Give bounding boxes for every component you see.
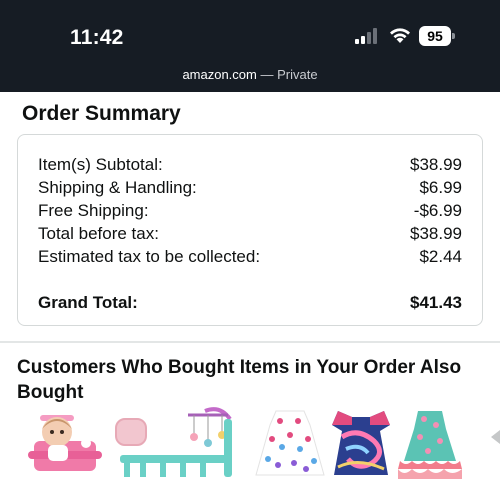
summary-value: $38.99 (410, 155, 462, 174)
carousel-next-icon[interactable] (491, 430, 500, 444)
battery-tip (452, 33, 455, 39)
order-summary-title: Order Summary (22, 102, 181, 125)
status-bar: 11:42 95 amazon.com — Private (0, 0, 500, 92)
summary-label: Total before tax: (38, 224, 159, 243)
url-private-label: — Private (256, 67, 318, 82)
section-divider (0, 341, 500, 343)
doll-crib-mobile-icon[interactable] (110, 407, 245, 479)
summary-value: $2.44 (419, 247, 462, 266)
doll-dress-swirl-icon[interactable] (328, 407, 394, 479)
summary-label: Shipping & Handling: (38, 178, 197, 197)
url-bar[interactable]: amazon.com — Private (0, 67, 500, 82)
url-host: amazon.com (182, 67, 257, 82)
doll-dress-hearts-icon[interactable] (254, 407, 326, 479)
summary-value: $38.99 (410, 224, 462, 243)
battery-indicator: 95 (419, 26, 455, 46)
clock: 11:42 (70, 26, 124, 49)
baby-doll-highchair-icon[interactable] (20, 407, 110, 479)
summary-label: Grand Total: (38, 293, 138, 312)
summary-value: $41.43 (410, 293, 462, 312)
battery-level: 95 (419, 26, 451, 46)
cellular-signal-icon (355, 28, 377, 44)
summary-label: Estimated tax to be collected: (38, 247, 261, 266)
summary-label: Item(s) Subtotal: (38, 155, 163, 174)
recommendations-title: Customers Who Bought Items in Your Order… (17, 357, 462, 403)
product-carousel (0, 407, 500, 479)
doll-dress-floral-icon[interactable] (394, 407, 466, 479)
summary-value: -$6.99 (413, 201, 462, 220)
summary-label: Free Shipping: (38, 201, 149, 220)
summary-value: $6.99 (419, 178, 462, 197)
wifi-icon (390, 28, 410, 43)
order-summary-box: Item(s) Subtotal: $38.99 Shipping & Hand… (17, 134, 483, 326)
